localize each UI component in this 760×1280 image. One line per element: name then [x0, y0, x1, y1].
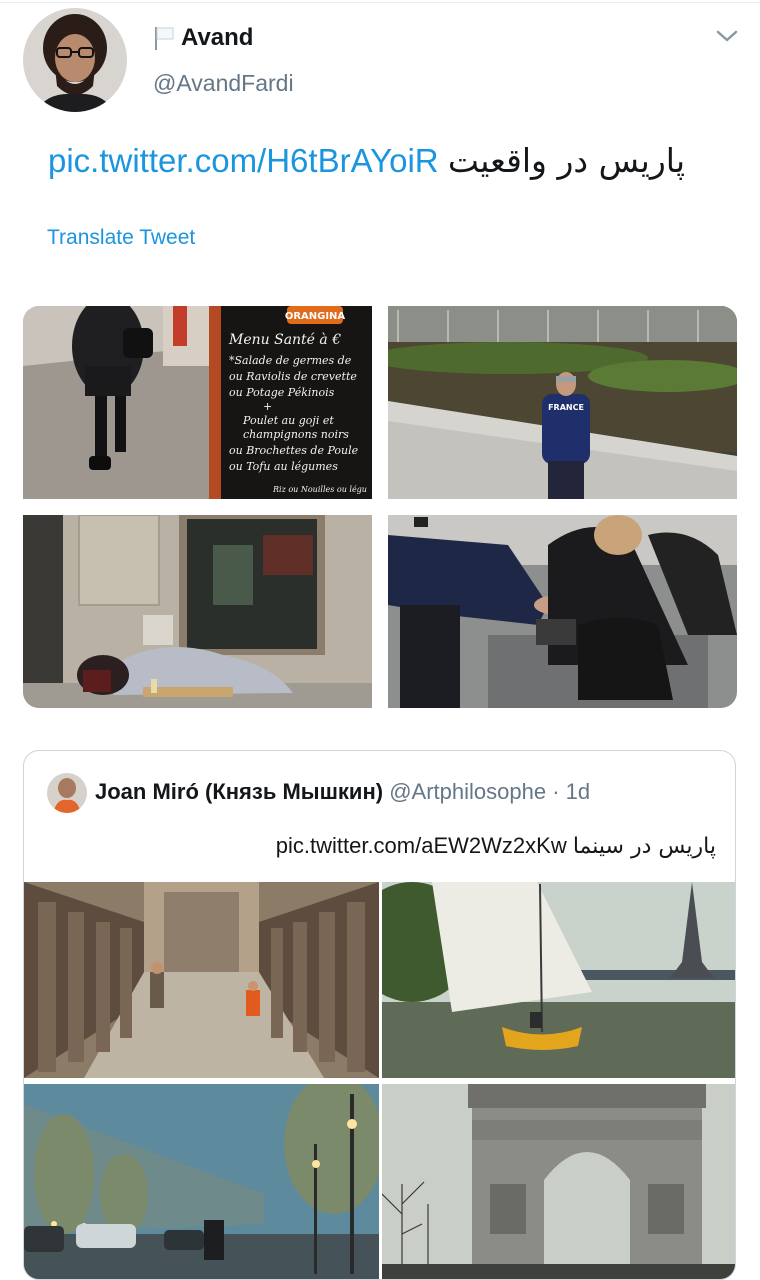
quoted-display-name[interactable]: Joan Miró (Князь Мышкин): [95, 779, 383, 804]
avatar[interactable]: [23, 8, 127, 112]
photo-pickpocket[interactable]: [388, 515, 737, 708]
photo-arc-de-triomphe[interactable]: [382, 1084, 735, 1279]
quoted-text: pic.twitter.com/aEW2Wz2xKw پاریس در سینم…: [238, 833, 716, 859]
photo-sailboat[interactable]: [382, 882, 735, 1078]
jacket-text: FRANCE: [548, 403, 584, 412]
quoted-tweet-card[interactable]: Joan Miró (Князь Мышкин) @Artphilosophe …: [23, 750, 736, 1280]
user-handle[interactable]: @AvandFardi: [153, 70, 294, 97]
chevron-down-icon[interactable]: [713, 24, 741, 48]
tweet-media-grid: ORANGINA Menu Santé à € *Salade de germe…: [23, 306, 737, 708]
menu-line-8: ou Brochettes de Poule: [229, 444, 359, 457]
quoted-media-link[interactable]: pic.twitter.com/aEW2Wz2xKw: [276, 833, 567, 858]
tweet-page: Avand @AvandFardi pic.twitter.com/H6tBrA…: [0, 0, 760, 1280]
menu-line-3: ou Raviolis de crevette: [229, 370, 357, 383]
photo-street-menu[interactable]: ORANGINA Menu Santé à € *Salade de germe…: [23, 306, 372, 499]
display-name-row[interactable]: Avand: [153, 22, 253, 54]
quoted-avatar[interactable]: [47, 773, 87, 813]
menu-line-10: Riz ou Nouilles ou légu: [272, 485, 367, 494]
menu-line-2: *Salade de germes de: [229, 354, 352, 367]
photo-avenue[interactable]: [24, 1084, 379, 1279]
translate-tweet-link[interactable]: Translate Tweet: [47, 226, 195, 250]
quoted-text-persian: پاریس در سینما: [572, 834, 716, 859]
menu-line-1: Menu Santé à €: [228, 332, 341, 348]
photo-france-jacket[interactable]: FRANCE: [388, 306, 737, 499]
tweet-text: pic.twitter.com/H6tBrAYoiR پاریس در واقع…: [48, 138, 738, 184]
menu-line-7: champignons noirs: [243, 428, 349, 441]
quoted-handle[interactable]: @Artphilosophe: [389, 779, 546, 804]
top-divider: [0, 2, 760, 3]
flag-icon: [153, 25, 175, 51]
quoted-header: Joan Miró (Князь Мышкин) @Artphilosophe …: [95, 779, 590, 805]
tweet-media-link[interactable]: pic.twitter.com/H6tBrAYoiR: [48, 142, 439, 179]
menu-line-5: +: [263, 400, 272, 413]
menu-line-9: ou Tofu au légumes: [229, 460, 338, 473]
display-name[interactable]: Avand: [181, 24, 253, 52]
quoted-time[interactable]: 1d: [566, 779, 590, 804]
quoted-separator: ·: [552, 779, 560, 804]
tweet-text-persian: پاریس در واقعیت: [447, 141, 686, 180]
menu-line-4: ou Potage Pékinois: [229, 386, 335, 399]
menu-line-6: Poulet au goji et: [242, 414, 334, 427]
photo-sleeping-person[interactable]: [23, 515, 372, 708]
photo-colonnade[interactable]: [24, 882, 379, 1078]
quoted-media-grid: [24, 882, 735, 1279]
menu-brand: ORANGINA: [285, 311, 346, 322]
